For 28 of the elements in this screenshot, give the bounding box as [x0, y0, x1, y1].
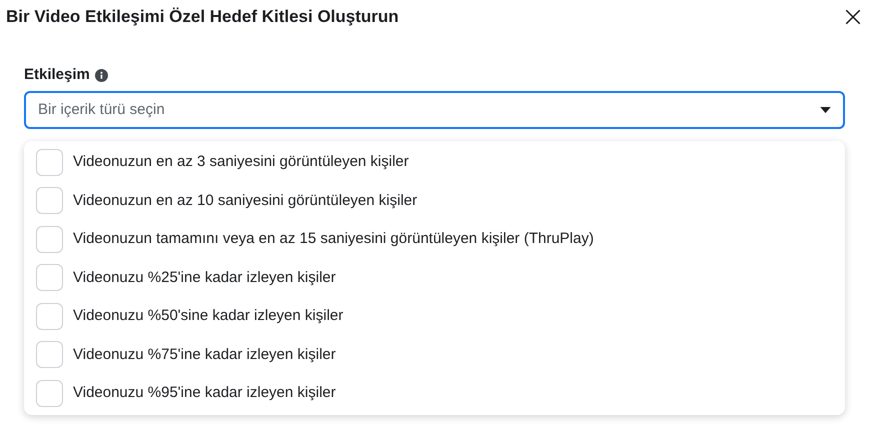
- option-label: Videonuzu %75'ine kadar izleyen kişiler: [73, 344, 336, 364]
- option-label: Videonuzu %50'sine kadar izleyen kişiler: [73, 306, 344, 326]
- option-label: Videonuzun en az 3 saniyesini görüntüleyen kişiler: [73, 152, 409, 172]
- select-placeholder: Bir içerik türü seçin: [38, 100, 165, 120]
- checkbox[interactable]: [36, 226, 63, 253]
- checkbox[interactable]: [36, 187, 63, 214]
- checkbox[interactable]: [36, 341, 63, 368]
- checkbox[interactable]: [36, 302, 63, 330]
- option-label: Videonuzu %25'ine kadar izleyen kişiler: [73, 268, 336, 288]
- option-item[interactable]: Videonuzu %50'sine kadar izleyen kişiler: [24, 297, 845, 336]
- option-label: Videonuzun tamamını veya en az 15 saniyesini görüntüleyen kişiler (ThruPlay): [73, 229, 594, 249]
- checkbox[interactable]: [36, 380, 63, 407]
- checkbox[interactable]: [36, 264, 63, 292]
- info-icon[interactable]: [94, 68, 108, 82]
- caret-icon: [820, 106, 831, 114]
- option-label: Videonuzun en az 10 saniyesini görüntüleyen kişiler: [73, 190, 418, 210]
- dialog-title: Bir Video Etkileşimi Özel Hedef Kitlesi Oluşturun: [6, 6, 399, 28]
- option-item[interactable]: Videonuzu %75'ine kadar izleyen kişiler: [24, 336, 845, 374]
- option-label: Videonuzu %95'ine kadar izleyen kişiler: [73, 383, 336, 403]
- option-item[interactable]: Videonuzun tamamını veya en az 15 saniyesini görüntüleyen kişiler (ThruPlay): [24, 220, 845, 258]
- option-item[interactable]: Videonuzu %25'ine kadar izleyen kişiler: [24, 258, 845, 297]
- option-item[interactable]: Videonuzun en az 10 saniyesini görüntüleyen kişiler: [24, 182, 845, 220]
- field-label: Etkileşim: [24, 64, 90, 85]
- checkbox[interactable]: [36, 148, 63, 176]
- content-type-select[interactable]: Bir içerik türü seçin: [24, 91, 845, 129]
- option-item[interactable]: Videonuzu %95'ine kadar izleyen kişiler: [24, 374, 845, 412]
- option-item[interactable]: Videonuzun en az 3 saniyesini görüntüleyen kişiler: [24, 143, 845, 182]
- close-icon[interactable]: [844, 8, 862, 26]
